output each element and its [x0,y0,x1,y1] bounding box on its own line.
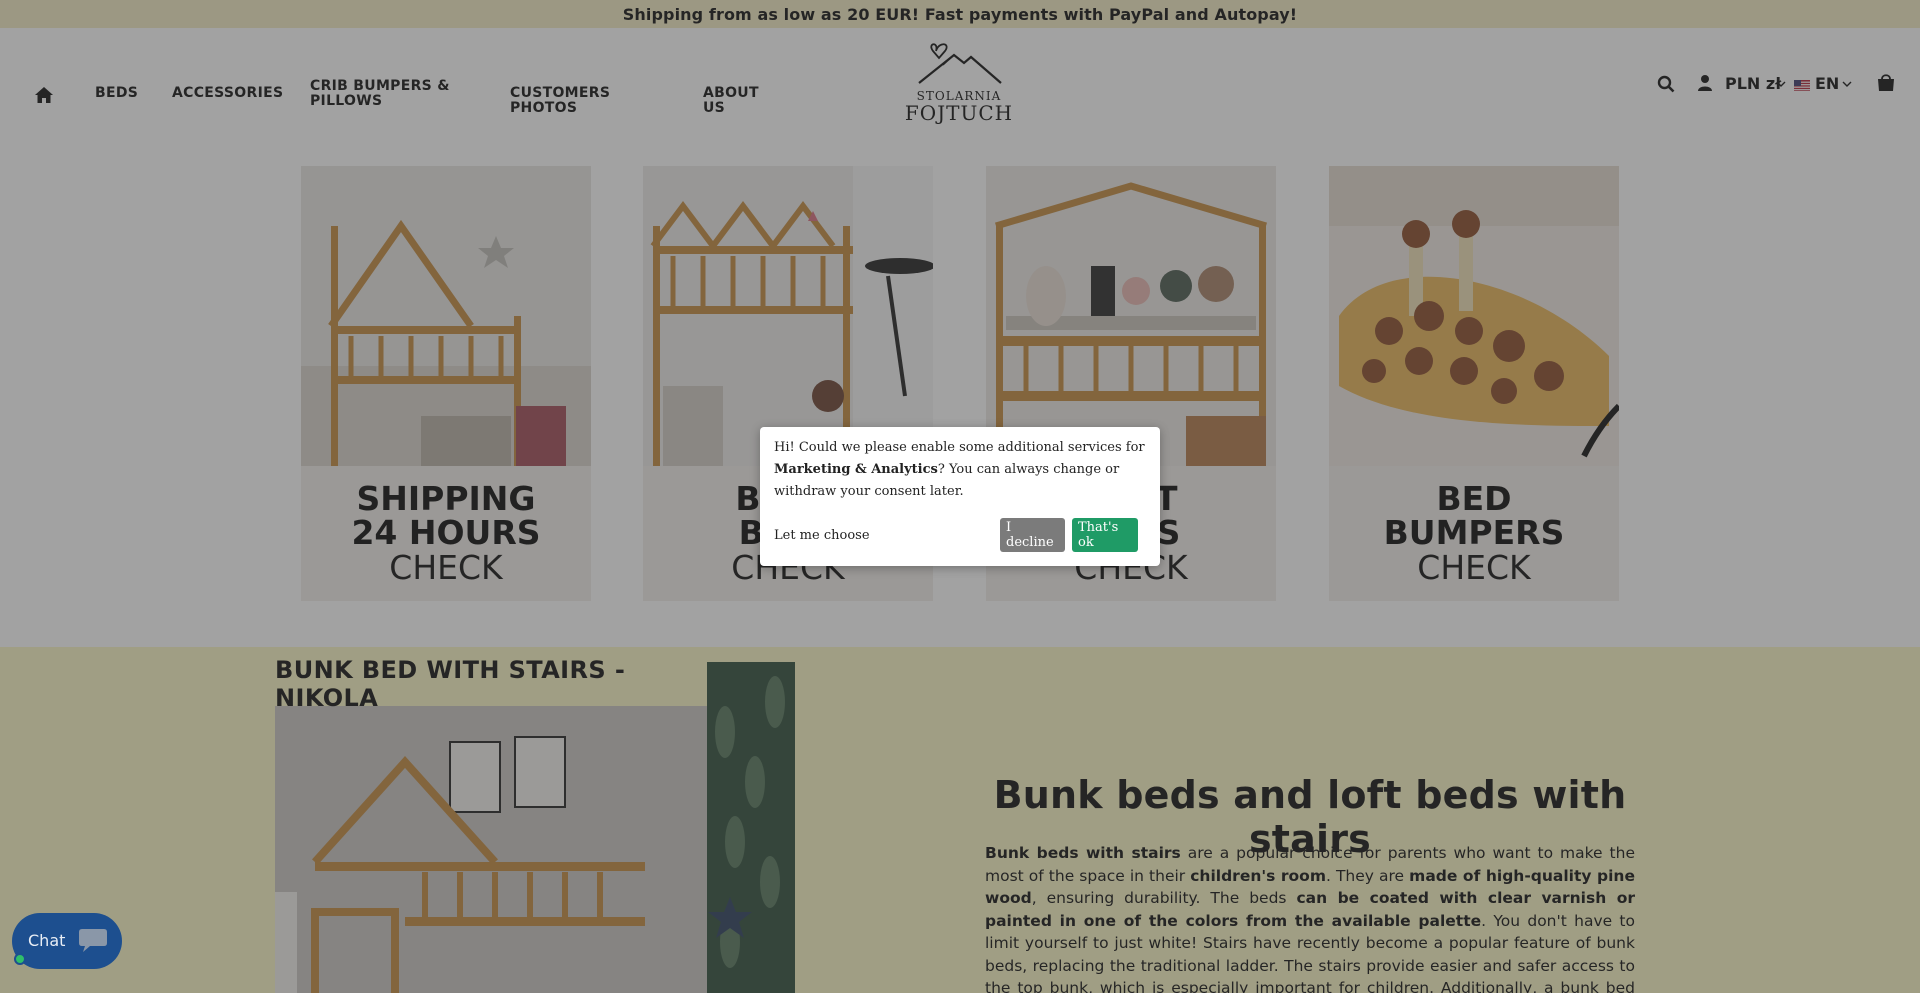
online-status-dot [14,953,26,965]
consent-text-bold: Marketing & Analytics [774,462,938,477]
consent-message: Hi! Could we please enable some addition… [774,437,1146,503]
consent-actions: Let me choose I decline That's ok [774,518,1140,552]
chat-bubble-icon [79,929,107,952]
chat-widget-button[interactable]: Chat [12,913,122,969]
consent-text: Hi! Could we please enable some addition… [774,440,1145,455]
decline-button[interactable]: I decline [1000,518,1065,552]
accept-button[interactable]: That's ok [1072,518,1138,552]
chat-label: Chat [28,931,66,950]
cookie-consent-dialog: Hi! Could we please enable some addition… [760,427,1160,566]
let-me-choose-link[interactable]: Let me choose [774,528,870,543]
